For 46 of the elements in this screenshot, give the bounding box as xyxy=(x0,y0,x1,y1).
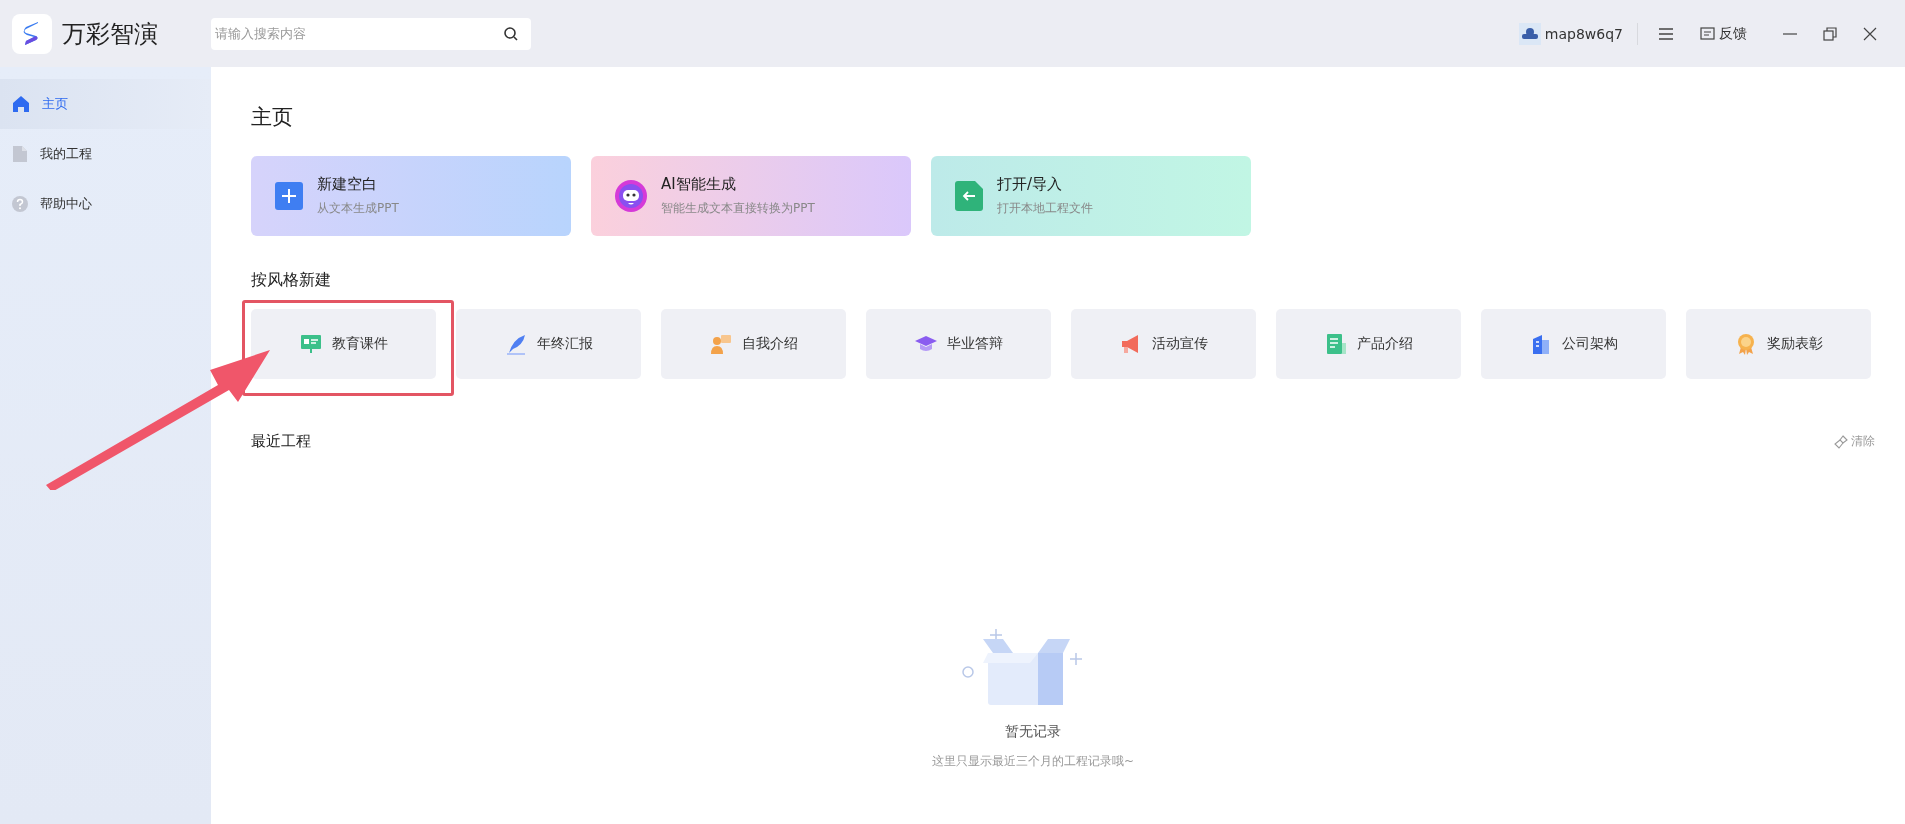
sidebar-item[interactable]: 我的工程 xyxy=(0,129,211,179)
presentation-icon xyxy=(299,333,322,355)
minimize-icon xyxy=(1783,32,1797,35)
document-icon xyxy=(1324,333,1347,355)
empty-state-hint: 这里只显示最近三个月的工程记录哦~ xyxy=(931,753,1135,770)
feedback-button[interactable]: 反馈 xyxy=(1694,20,1763,47)
action-card[interactable]: 新建空白 从文本生成PPT xyxy=(251,156,571,236)
style-button[interactable]: 自我介绍 xyxy=(661,309,846,379)
close-icon xyxy=(1863,26,1877,41)
help-icon xyxy=(12,196,28,212)
card-title: AI智能生成 xyxy=(661,175,737,194)
plus-icon xyxy=(275,182,303,210)
card-subtitle: 打开本地工程文件 xyxy=(997,200,1093,217)
card-title: 打开/导入 xyxy=(997,175,1064,194)
style-button[interactable]: 教育课件 xyxy=(251,309,436,379)
menu-icon xyxy=(1658,26,1674,41)
style-button[interactable]: 活动宣传 xyxy=(1071,309,1256,379)
document-icon xyxy=(12,145,28,163)
import-icon xyxy=(955,181,983,211)
action-card[interactable]: 打开/导入 打开本地工程文件 xyxy=(931,156,1251,236)
restore-icon xyxy=(1823,26,1837,41)
card-subtitle: 从文本生成PPT xyxy=(317,200,399,217)
section-heading: 最近工程 xyxy=(251,432,311,451)
avatar-icon xyxy=(1518,22,1541,45)
empty-state-title: 暂无记录 xyxy=(1005,723,1061,741)
style-button[interactable]: 公司架构 xyxy=(1481,309,1666,379)
action-card[interactable]: AI智能生成 智能生成文本直接转换为PPT xyxy=(591,156,911,236)
robot-icon xyxy=(615,180,647,212)
message-icon xyxy=(1700,26,1715,41)
style-button[interactable]: 年终汇报 xyxy=(456,309,641,379)
quill-icon xyxy=(504,333,527,355)
sidebar-item[interactable]: 帮助中心 xyxy=(0,179,211,229)
style-button[interactable]: 产品介绍 xyxy=(1276,309,1461,379)
card-subtitle: 智能生成文本直接转换为PPT xyxy=(661,200,815,217)
person-card-icon xyxy=(709,333,732,355)
card-title: 新建空白 xyxy=(317,175,378,194)
style-button[interactable]: 毕业答辩 xyxy=(866,309,1051,379)
section-heading: 按风格新建 xyxy=(251,270,332,291)
search-field[interactable]: 请输入搜索内容 xyxy=(211,17,531,50)
logo-icon xyxy=(12,13,52,54)
home-icon xyxy=(12,95,30,113)
app-name: 万彩智演 xyxy=(62,18,158,50)
page-title: 主页 xyxy=(251,104,294,131)
style-button[interactable]: 奖励表彰 xyxy=(1686,309,1871,379)
user-name[interactable]: map8w6q7 xyxy=(1544,25,1623,42)
search-icon xyxy=(503,25,519,42)
